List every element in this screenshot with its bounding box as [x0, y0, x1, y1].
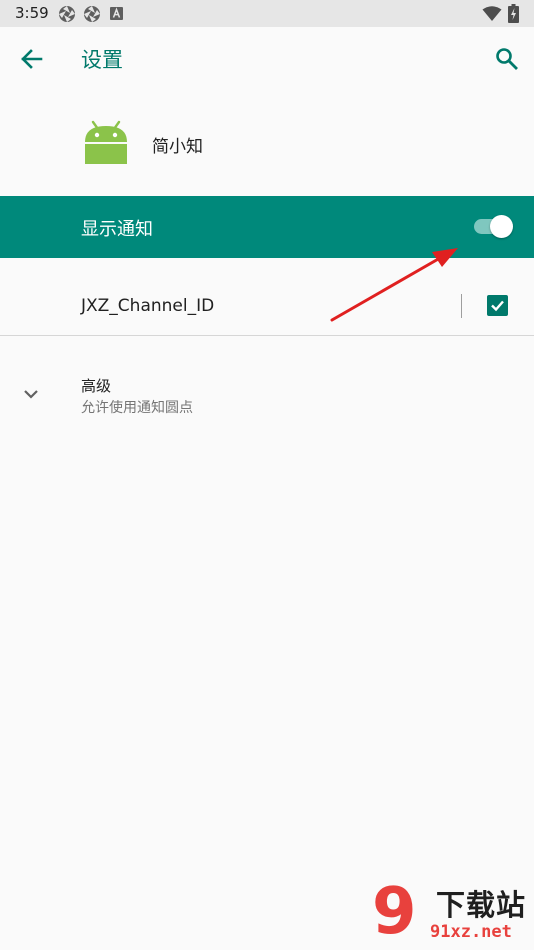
chevron-down-icon: [24, 390, 38, 399]
watermark: 9 下载站 91xz.net: [372, 880, 534, 950]
aperture-icon: [59, 6, 75, 22]
a-box-icon: [110, 7, 123, 20]
red-arrow-annotation: [330, 248, 458, 322]
page-title: 设置: [81, 48, 123, 72]
aperture-icon: [84, 6, 100, 22]
check-icon: [491, 300, 504, 312]
battery-charging-icon: [508, 4, 519, 23]
switch-thumb: [490, 215, 513, 238]
app-bar: 设置: [0, 27, 534, 91]
app-name: 简小知: [152, 137, 203, 157]
app-header: 简小知: [0, 98, 534, 188]
android-robot-icon: [85, 120, 127, 164]
arrow-back-icon: [21, 49, 43, 69]
status-bar: 3:59: [0, 0, 534, 27]
watermark-logo: 9: [372, 875, 417, 949]
show-notifications-label: 显示通知: [81, 219, 153, 240]
channel-checkbox[interactable]: [487, 295, 508, 316]
back-button[interactable]: [14, 43, 50, 75]
advanced-row[interactable]: 高级 允许使用通知圆点: [0, 360, 534, 430]
watermark-domain: 91xz.net: [430, 922, 512, 942]
search-icon: [496, 48, 518, 70]
channel-label: JXZ_Channel_ID: [81, 296, 215, 316]
status-time: 3:59: [15, 4, 49, 22]
wifi-icon: [482, 6, 502, 21]
show-notifications-switch[interactable]: [474, 215, 514, 239]
advanced-title: 高级: [81, 377, 112, 395]
watermark-brand: 下载站: [436, 888, 527, 922]
advanced-summary: 允许使用通知圆点: [81, 400, 193, 416]
search-button[interactable]: [490, 43, 524, 75]
